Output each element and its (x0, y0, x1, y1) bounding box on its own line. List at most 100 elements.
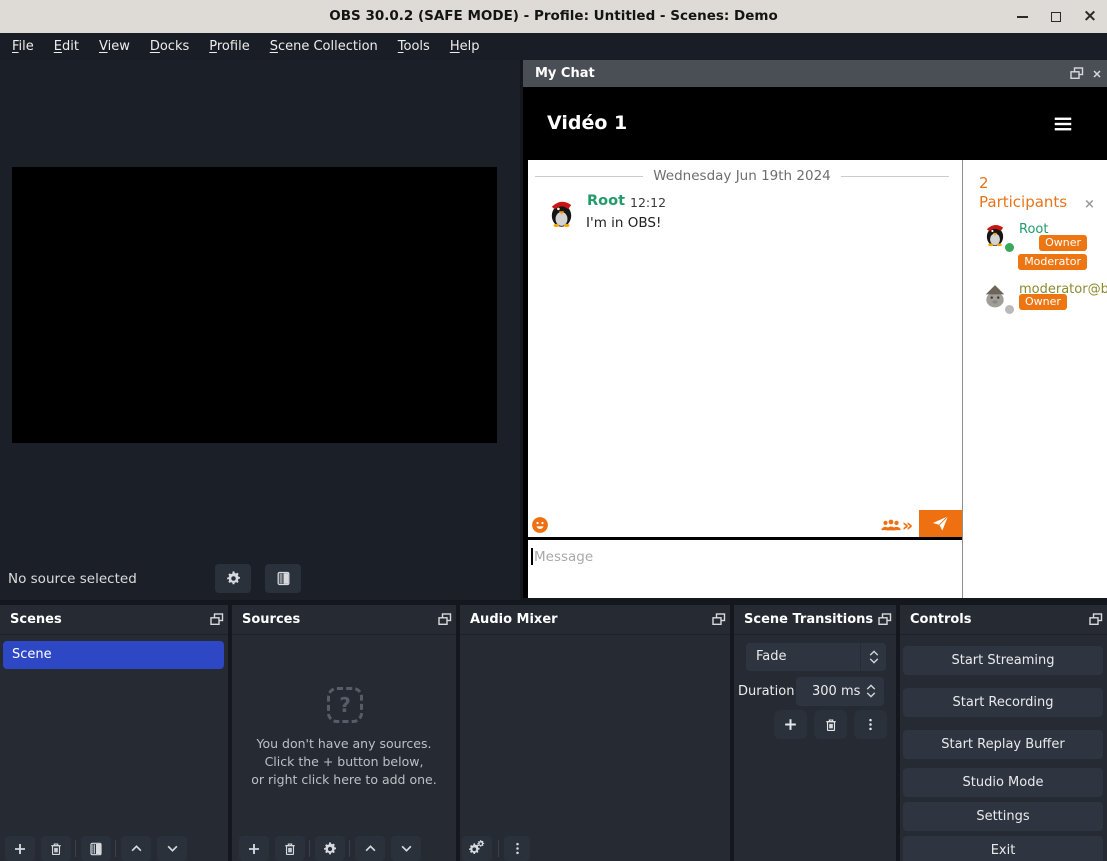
dock-popout-button[interactable] (1067, 60, 1087, 87)
window-title: OBS 30.0.2 (SAFE MODE) - Profile: Untitl… (0, 0, 1107, 33)
transitions-dock-title: Scene Transitions (734, 612, 874, 627)
source-properties-button[interactable] (215, 564, 251, 593)
start-recording-button[interactable]: Start Recording (903, 688, 1103, 717)
source-properties-button[interactable] (315, 836, 345, 861)
controls-dock-header[interactable]: Controls (900, 605, 1107, 635)
titlebar: OBS 30.0.2 (SAFE MODE) - Profile: Untitl… (0, 0, 1107, 33)
send-message-button[interactable] (919, 510, 962, 537)
plus-icon (246, 841, 262, 857)
mixer-menu-button[interactable] (504, 836, 530, 861)
menu-item-profile[interactable]: Profile (199, 33, 259, 60)
occupants-icon (880, 515, 902, 537)
add-scene-button[interactable] (5, 836, 35, 861)
remove-scene-button[interactable] (41, 836, 71, 861)
studio-mode-button[interactable]: Studio Mode (903, 768, 1103, 797)
add-transition-button[interactable] (774, 710, 807, 739)
dock-popout-button[interactable] (1085, 605, 1107, 635)
participants-label: Participants (979, 193, 1067, 211)
chat-message-area[interactable]: Wednesday Jun 19th 2024 Root 12:12 I'm i… (528, 160, 962, 512)
controls-dock-title: Controls (900, 612, 1085, 627)
menu-item-scene-collection[interactable]: Scene Collection (260, 33, 388, 60)
double-chevron-icon: » (902, 517, 912, 535)
preview-canvas[interactable] (12, 167, 497, 443)
maximize-button[interactable] (1043, 0, 1069, 33)
move-source-down-button[interactable] (391, 836, 421, 861)
online-status-dot (1005, 243, 1014, 252)
menu-item-edit[interactable]: Edit (44, 33, 89, 60)
popout-icon (878, 613, 892, 626)
scene-list-item[interactable]: Scene (3, 641, 224, 669)
exit-button[interactable]: Exit (903, 836, 1103, 861)
toolbar-separator (75, 840, 76, 857)
dock-popout-button[interactable] (874, 605, 896, 635)
toggle-occupants-button[interactable]: » (880, 515, 912, 537)
chevron-up-icon (129, 841, 144, 856)
participant-badges: Owner Moderator (1018, 235, 1087, 270)
audio-mixer-dock: Audio Mixer (460, 605, 730, 861)
sources-dock-header[interactable]: Sources (232, 605, 456, 635)
chat-dock-title: My Chat (523, 66, 1067, 81)
chat-room-header: Vidéo 1 (523, 87, 1107, 160)
scenes-dock: Scenes Scene (0, 605, 228, 861)
start-streaming-button[interactable]: Start Streaming (903, 646, 1103, 675)
popout-icon (1089, 613, 1103, 626)
move-source-up-button[interactable] (355, 836, 385, 861)
menu-item-file[interactable]: File (2, 33, 44, 60)
message-text: I'm in OBS! (586, 215, 661, 231)
smiley-icon[interactable] (531, 516, 549, 534)
toolbar-separator (498, 840, 499, 857)
message-input[interactable]: Message (528, 540, 962, 598)
dock-popout-button[interactable] (708, 605, 730, 635)
add-source-button[interactable] (239, 836, 269, 861)
offline-status-dot (1005, 305, 1014, 314)
dock-popout-button[interactable] (206, 605, 228, 635)
chat-date-text: Wednesday Jun 19th 2024 (653, 168, 831, 184)
source-status-text: No source selected (8, 565, 137, 593)
move-scene-up-button[interactable] (121, 836, 151, 861)
dock-popout-button[interactable] (434, 605, 456, 635)
chat-date-divider: Wednesday Jun 19th 2024 (535, 168, 949, 184)
avatar (982, 283, 1008, 309)
avatar (982, 221, 1008, 247)
advanced-audio-button[interactable] (462, 836, 492, 861)
filters-icon (275, 570, 292, 587)
transition-menu-button[interactable] (854, 710, 887, 739)
audio-mixer-dock-header[interactable]: Audio Mixer (460, 605, 730, 635)
scenes-dock-header[interactable]: Scenes (0, 605, 228, 635)
settings-button[interactable]: Settings (903, 802, 1103, 831)
scene-filters-button[interactable] (81, 836, 111, 861)
double-gear-icon (468, 840, 486, 858)
remove-source-button[interactable] (275, 836, 305, 861)
sources-empty-line: Click the + button below, (232, 753, 456, 771)
menu-item-help[interactable]: Help (440, 33, 490, 60)
kebab-icon (510, 841, 525, 856)
gear-icon (322, 841, 338, 857)
duration-spinbox[interactable]: 300 ms (796, 677, 884, 706)
toolbar-separator (115, 840, 116, 857)
start-replay-buffer-button[interactable]: Start Replay Buffer (903, 730, 1103, 759)
transition-select[interactable]: Fade (746, 643, 886, 671)
menu-item-tools[interactable]: Tools (388, 33, 440, 60)
menu-item-view[interactable]: View (89, 33, 140, 60)
spinbox-arrows[interactable] (858, 677, 884, 705)
remove-transition-button[interactable] (814, 710, 847, 739)
menu-item-docks[interactable]: Docks (140, 33, 199, 60)
transitions-dock-header[interactable]: Scene Transitions (734, 605, 896, 635)
close-button[interactable]: × (1077, 0, 1103, 33)
source-filters-button[interactable] (265, 564, 301, 593)
minimize-button[interactable] (1009, 0, 1035, 33)
role-badge: Moderator (1018, 254, 1087, 270)
message-author[interactable]: Root (587, 193, 625, 209)
dock-close-button[interactable] (1087, 60, 1107, 87)
move-scene-down-button[interactable] (157, 836, 187, 861)
sources-empty-text: You don't have any sources. Click the + … (232, 735, 456, 789)
popout-icon (438, 613, 452, 626)
duration-label: Duration (738, 677, 794, 706)
participants-close-icon[interactable]: × (1084, 197, 1095, 212)
hamburger-icon (1052, 113, 1074, 135)
chat-room-menu-button[interactable] (1051, 112, 1075, 136)
role-badge: Owner (1039, 235, 1087, 251)
chat-dock-titlebar[interactable]: My Chat (523, 60, 1107, 87)
chevron-up-icon (866, 684, 876, 690)
popout-icon (210, 613, 224, 626)
